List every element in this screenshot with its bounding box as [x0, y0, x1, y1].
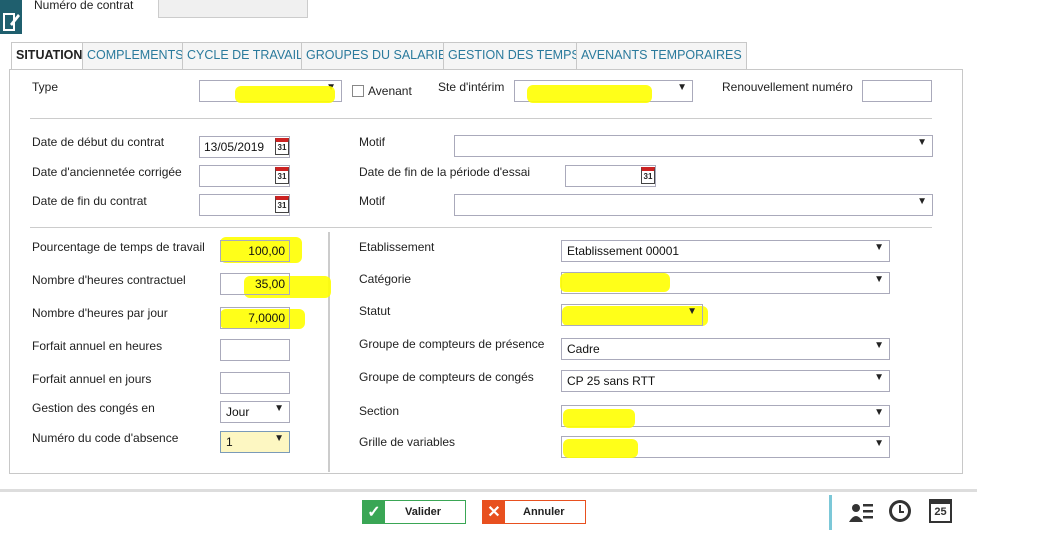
- divider: [30, 118, 932, 119]
- calendar-icon[interactable]: 31: [275, 167, 289, 184]
- pourcentage-label: Pourcentage de temps de travail: [32, 240, 205, 254]
- divider: [30, 227, 932, 228]
- calendar-icon[interactable]: 25: [929, 499, 952, 523]
- date-debut-label: Date de début du contrat: [32, 135, 165, 149]
- user-list-icon[interactable]: [848, 500, 874, 524]
- check-icon: ✓: [363, 501, 385, 523]
- forfait-jours-label: Forfait annuel en jours: [32, 372, 152, 386]
- grille-variables-label: Grille de variables: [359, 435, 456, 449]
- tab-situation[interactable]: SITUATION: [11, 42, 88, 70]
- categorie-label: Catégorie: [359, 272, 412, 286]
- type-select[interactable]: ▼: [199, 80, 342, 102]
- code-absence-select[interactable]: 1 ▼: [220, 431, 290, 453]
- categorie-select[interactable]: ▼: [561, 272, 890, 294]
- calendar-icon[interactable]: 31: [641, 167, 655, 184]
- renouvellement-label: Renouvellement numéro: [722, 80, 853, 94]
- annuler-label: Annuler: [523, 506, 565, 518]
- tab-groupes-du-salarie[interactable]: GROUPES DU SALARIE: [301, 42, 452, 69]
- close-icon: ✕: [483, 501, 505, 523]
- tab-cycle-de-travail[interactable]: CYCLE DE TRAVAIL: [182, 42, 309, 69]
- forfait-heures-field[interactable]: [220, 339, 290, 361]
- section-select[interactable]: ▼: [561, 405, 890, 427]
- heures-contractuel-label: Nombre d'heures contractuel: [32, 273, 186, 287]
- calendar-icon[interactable]: 31: [275, 138, 289, 155]
- tab-avenants-temporaires[interactable]: AVENANTS TEMPORAIRES: [576, 42, 747, 69]
- chevron-down-icon: ▼: [687, 306, 697, 317]
- annuler-button[interactable]: ✕ Annuler: [482, 500, 586, 524]
- groupe-conges-select[interactable]: CP 25 sans RTT ▼: [561, 370, 890, 392]
- vertical-divider: [328, 232, 330, 472]
- statut-label: Statut: [359, 304, 391, 318]
- motif-select[interactable]: ▼: [454, 135, 933, 157]
- groupe-presence-label: Groupe de compteurs de présence: [359, 337, 545, 351]
- footer-divider: [0, 489, 977, 492]
- statut-select[interactable]: ▼: [561, 304, 703, 326]
- code-absence-label: Numéro du code d'absence: [32, 431, 179, 445]
- valider-label: Valider: [405, 506, 442, 518]
- valider-button[interactable]: ✓ Valider: [362, 500, 466, 524]
- chevron-down-icon: ▼: [326, 82, 336, 93]
- forfait-heures-label: Forfait annuel en heures: [32, 339, 163, 353]
- chevron-down-icon: ▼: [677, 82, 687, 93]
- toolbar-separator: [829, 495, 832, 530]
- gestion-conges-select[interactable]: Jour ▼: [220, 401, 290, 423]
- calendar-icon[interactable]: 31: [275, 196, 289, 213]
- avenant-label: Avenant: [368, 84, 412, 98]
- gestion-conges-label: Gestion des congés en: [32, 401, 155, 415]
- etablissement-select[interactable]: Etablissement 00001 ▼: [561, 240, 890, 262]
- chevron-down-icon: ▼: [874, 407, 884, 418]
- chevron-down-icon: ▼: [917, 137, 927, 148]
- chevron-down-icon: ▼: [874, 372, 884, 383]
- motif-select[interactable]: ▼: [454, 194, 933, 216]
- contract-number-field[interactable]: [158, 0, 308, 18]
- tab-complements[interactable]: COMPLEMENTS: [82, 42, 189, 69]
- groupe-conges-label: Groupe de compteurs de congés: [359, 370, 534, 384]
- clock-icon[interactable]: [888, 499, 912, 523]
- ste-interim-label: Ste d'intérim: [438, 80, 505, 94]
- groupe-presence-select[interactable]: Cadre ▼: [561, 338, 890, 360]
- edit-icon[interactable]: [0, 0, 22, 34]
- tab-gestion-des-temps[interactable]: GESTION DES TEMPS: [443, 42, 585, 69]
- motif-label: Motif: [359, 194, 386, 208]
- chevron-down-icon: ▼: [874, 274, 884, 285]
- heures-par-jour-field[interactable]: 7,0000: [220, 307, 290, 329]
- heures-contractuel-field[interactable]: 35,00: [220, 273, 290, 295]
- date-fin-essai-label: Date de fin de la période d'essai: [359, 165, 531, 179]
- date-anciennete-label: Date d'anciennetée corrigée: [32, 165, 182, 179]
- chevron-down-icon: ▼: [874, 242, 884, 253]
- etablissement-label: Etablissement: [359, 240, 435, 254]
- section-label: Section: [359, 404, 400, 418]
- ste-interim-select[interactable]: ▼: [514, 80, 693, 102]
- chevron-down-icon: ▼: [874, 438, 884, 449]
- renouvellement-field[interactable]: [862, 80, 932, 102]
- motif-label: Motif: [359, 135, 386, 149]
- grille-variables-select[interactable]: ▼: [561, 436, 890, 458]
- chevron-down-icon: ▼: [917, 196, 927, 207]
- chevron-down-icon: ▼: [874, 340, 884, 351]
- avenant-checkbox[interactable]: [352, 85, 364, 97]
- chevron-down-icon: ▼: [274, 403, 284, 414]
- heures-par-jour-label: Nombre d'heures par jour: [32, 306, 168, 320]
- contract-number-label: Numéro de contrat: [34, 0, 134, 12]
- pourcentage-field[interactable]: 100,00: [220, 240, 290, 262]
- forfait-jours-field[interactable]: [220, 372, 290, 394]
- chevron-down-icon: ▼: [274, 433, 284, 444]
- type-label: Type: [32, 80, 59, 94]
- date-fin-label: Date de fin du contrat: [32, 194, 147, 208]
